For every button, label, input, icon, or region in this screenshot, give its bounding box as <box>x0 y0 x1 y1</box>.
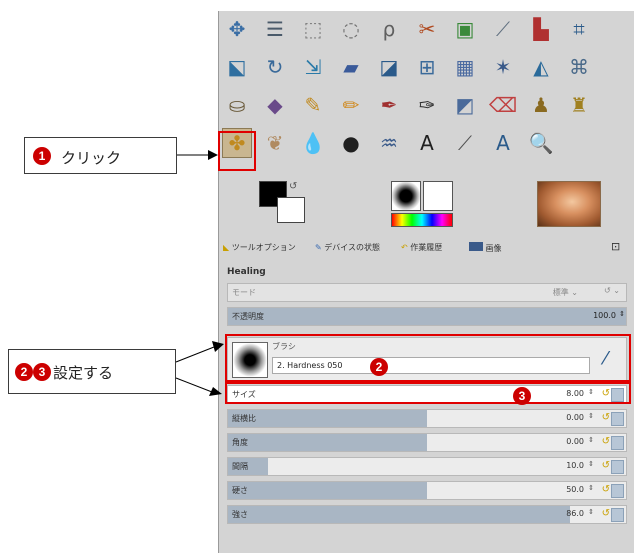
callout-arrows <box>175 150 224 396</box>
